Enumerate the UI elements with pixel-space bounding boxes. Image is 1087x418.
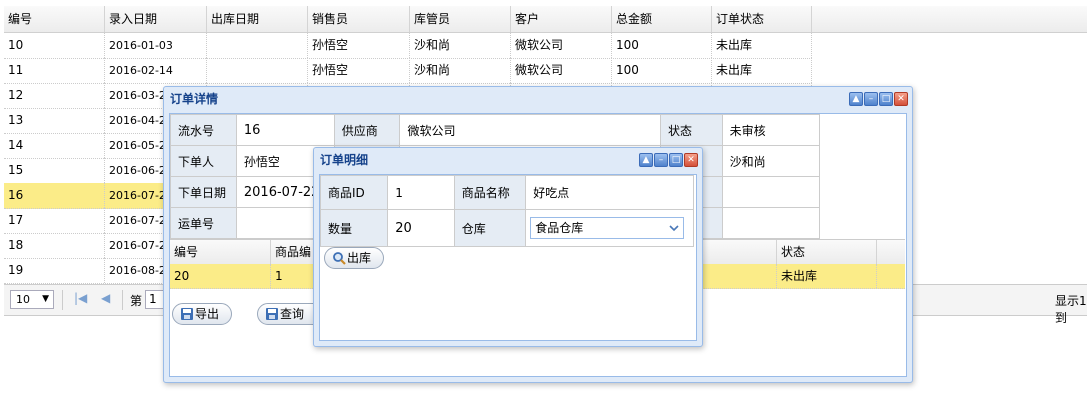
order-date-label: 下单日期 — [170, 176, 237, 208]
table-row[interactable]: 10 2016-01-03 孙悟空 沙和尚 微软公司 100 未出库 — [4, 33, 812, 59]
col-header-salesman[interactable]: 销售员 — [308, 6, 410, 32]
minimize-icon[interactable]: – — [864, 92, 878, 106]
order-detail-title: 订单详情 — [170, 92, 219, 106]
goods-name-label: 商品名称 — [453, 175, 527, 210]
cell-status: 未出库 — [712, 58, 812, 83]
close-icon[interactable]: ✕ — [684, 153, 698, 167]
items-col-id[interactable]: 编号 — [170, 240, 271, 264]
pager-separator — [122, 290, 123, 310]
warehouse-label: 仓库 — [453, 209, 527, 247]
cell-status: 未出库 — [712, 33, 812, 58]
items-cell-status: 未出库 — [777, 264, 877, 288]
col-header-id[interactable]: 编号 — [4, 6, 105, 32]
search-icon — [333, 252, 346, 265]
col-header-status[interactable]: 订单状态 — [712, 6, 812, 32]
order-line-form: 商品ID 1 商品名称 好吃点 数量 20 仓库 食品仓库 — [320, 175, 694, 247]
maximize-icon[interactable]: □ — [879, 92, 893, 106]
serial-field[interactable]: 16 — [235, 114, 335, 146]
export-label: 导出 — [195, 307, 220, 321]
waybill-label: 运单号 — [170, 207, 237, 239]
page-size-value: 10 — [16, 293, 30, 306]
maximize-icon[interactable]: □ — [669, 153, 683, 167]
cell-out-date — [207, 33, 308, 58]
cell-salesman: 孙悟空 — [308, 33, 410, 58]
orderer-label: 下单人 — [170, 145, 237, 177]
page-size-select[interactable]: 10 ▼ — [10, 290, 54, 309]
chevron-down-icon: ▼ — [42, 294, 49, 304]
cell-id: 18 — [4, 233, 105, 258]
prev-page-icon[interactable]: ◀ — [101, 291, 110, 305]
pager-separator — [62, 290, 63, 310]
save-icon — [181, 308, 193, 320]
status-field: 未审核 — [721, 114, 821, 146]
order-line-body: 商品ID 1 商品名称 好吃点 数量 20 仓库 食品仓库 出库 — [319, 174, 697, 341]
page-label: 第 — [130, 294, 143, 308]
save-icon — [266, 308, 278, 320]
qty-label: 数量 — [320, 209, 389, 247]
page-display-text: 显示1到 — [1055, 294, 1087, 325]
outbound-button[interactable]: 出库 — [324, 247, 385, 269]
export-button[interactable]: 导出 — [172, 303, 233, 325]
goods-id-field[interactable]: 1 — [387, 175, 455, 210]
status-label: 状态 — [659, 114, 723, 146]
cell-id: 19 — [4, 258, 105, 283]
cell-id: 14 — [4, 133, 105, 158]
cell-total: 100 — [612, 58, 712, 83]
cell-out-date — [207, 58, 308, 83]
cell-entry-date: 2016-02-14 — [105, 58, 207, 83]
col-header-keeper[interactable]: 库管员 — [410, 6, 511, 32]
window-tools: ▲ – □ ✕ — [638, 153, 698, 167]
chevron-down-icon — [669, 225, 679, 232]
cell-id: 17 — [4, 208, 105, 233]
cell-id: 13 — [4, 108, 105, 133]
col-header-entry-date[interactable]: 录入日期 — [105, 6, 207, 32]
cell-id: 15 — [4, 158, 105, 183]
first-page-icon[interactable]: |◀ — [74, 291, 87, 305]
cell-salesman: 孙悟空 — [308, 58, 410, 83]
close-icon[interactable]: ✕ — [894, 92, 908, 106]
items-col-status[interactable]: 状态 — [777, 240, 877, 264]
outbound-label: 出库 — [347, 251, 372, 265]
goods-id-label: 商品ID — [320, 175, 389, 210]
goods-name-field[interactable]: 好吃点 — [525, 175, 694, 210]
col-header-out-date[interactable]: 出库日期 — [207, 6, 308, 32]
col-header-customer[interactable]: 客户 — [511, 6, 612, 32]
supplier-field[interactable]: 微软公司 — [399, 114, 661, 146]
cell-id: 12 — [4, 83, 105, 108]
cell-customer: 微软公司 — [511, 33, 612, 58]
qty-field[interactable]: 20 — [387, 209, 455, 247]
cell-id: 10 — [4, 33, 105, 58]
cell-total: 100 — [612, 33, 712, 58]
cell-customer: 微软公司 — [511, 58, 612, 83]
table-row[interactable]: 11 2016-02-14 孙悟空 沙和尚 微软公司 100 未出库 — [4, 58, 812, 84]
warehouse-select[interactable]: 食品仓库 — [530, 217, 685, 239]
cell-keeper: 沙和尚 — [410, 58, 511, 83]
query-label: 查询 — [280, 307, 305, 321]
collapse-icon[interactable]: ▲ — [639, 153, 653, 167]
collapse-icon[interactable]: ▲ — [849, 92, 863, 106]
window-tools: ▲ – □ ✕ — [848, 92, 908, 106]
minimize-icon[interactable]: – — [654, 153, 668, 167]
col-header-total[interactable]: 总金额 — [612, 6, 712, 32]
supplier-label: 供应商 — [333, 114, 401, 146]
items-cell-id: 20 — [170, 264, 271, 288]
keeper-field[interactable]: 沙和尚 — [721, 145, 821, 177]
cell-entry-date: 2016-01-03 — [105, 33, 207, 58]
cell-keeper: 沙和尚 — [410, 33, 511, 58]
cell-id: 11 — [4, 58, 105, 83]
warehouse-value: 食品仓库 — [535, 221, 584, 235]
order-line-window: 订单明细 ▲ – □ ✕ 商品ID 1 商品名称 好吃点 数量 20 仓库 食品仓库 — [313, 147, 703, 347]
grid-header: 编号 录入日期 出库日期 销售员 库管员 客户 总金额 订单状态 — [4, 6, 1087, 33]
cell-id: 16 — [4, 183, 105, 208]
serial-label: 流水号 — [170, 114, 237, 146]
